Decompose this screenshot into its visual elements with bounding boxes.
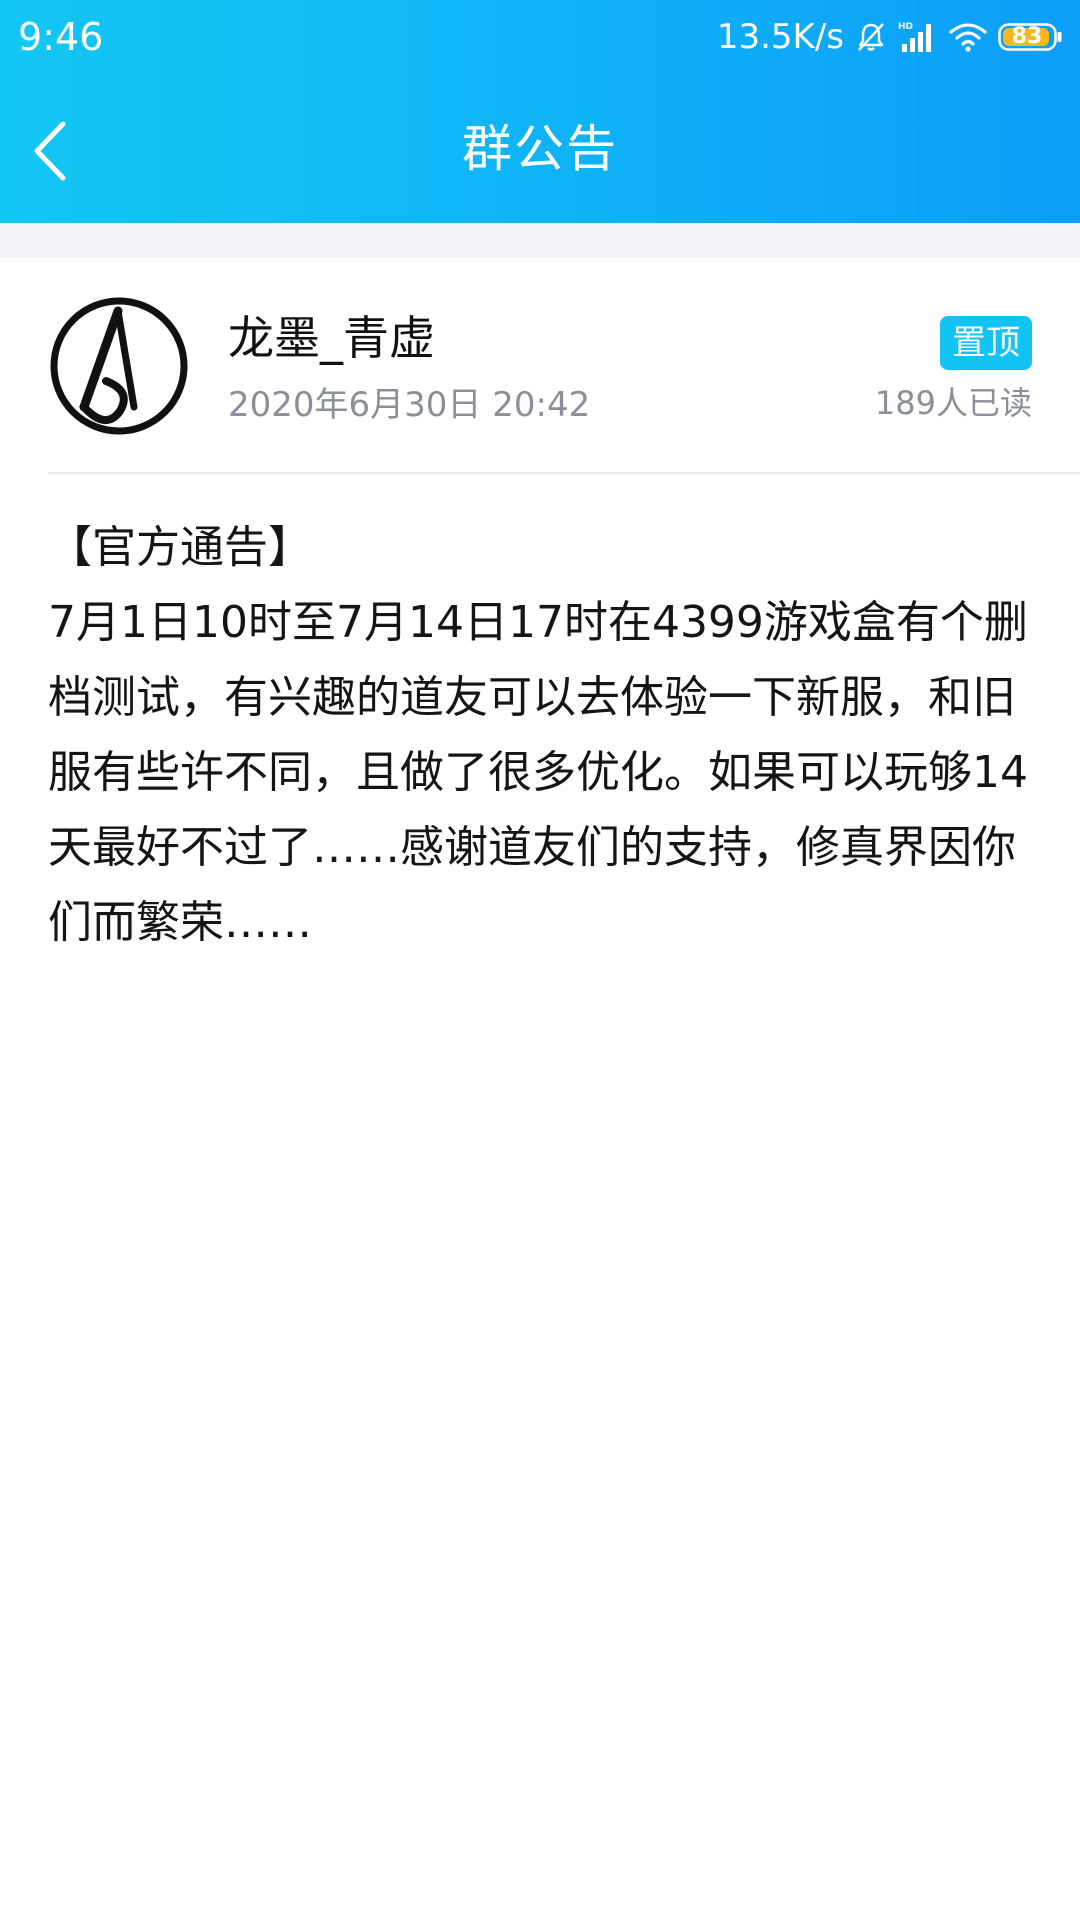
divider bbox=[48, 472, 1080, 474]
hd-signal-icon: HD bbox=[898, 22, 931, 52]
svg-text:HD: HD bbox=[898, 22, 913, 32]
status-icons: 13.5K/s HD 83 bbox=[717, 14, 1064, 60]
status-time: 9:46 bbox=[18, 15, 104, 59]
announcement-content: 【官方通告】 7月1日10时至7月14日17时在4399游戏盒有个删档测试，有兴… bbox=[48, 510, 1038, 960]
network-speed: 13.5K/s bbox=[716, 17, 844, 57]
announcement-heading: 【官方通告】 bbox=[48, 522, 312, 573]
announcement-body: 7月1日10时至7月14日17时在4399游戏盒有个删档测试，有兴趣的道友可以去… bbox=[48, 597, 1028, 948]
nav-bar: 群公告 bbox=[0, 75, 1080, 223]
post-date: 2020年6月30日 20:42 bbox=[228, 385, 591, 425]
header: 9:46 13.5K/s HD 83 群公告 bbox=[0, 0, 1080, 223]
read-count[interactable]: 189人已读 bbox=[875, 380, 1032, 426]
battery-level: 83 bbox=[1011, 24, 1043, 49]
page-title: 群公告 bbox=[462, 120, 618, 178]
author-name[interactable]: 龙墨_青虚 bbox=[228, 308, 435, 368]
bell-off-icon bbox=[858, 23, 884, 51]
pinned-badge: 置顶 bbox=[940, 316, 1032, 370]
section-gap bbox=[0, 223, 1080, 258]
avatar[interactable] bbox=[48, 295, 190, 437]
status-bar: 9:46 13.5K/s HD 83 bbox=[0, 0, 1080, 75]
battery-icon: 83 bbox=[998, 22, 1064, 52]
wifi-icon bbox=[949, 23, 987, 52]
